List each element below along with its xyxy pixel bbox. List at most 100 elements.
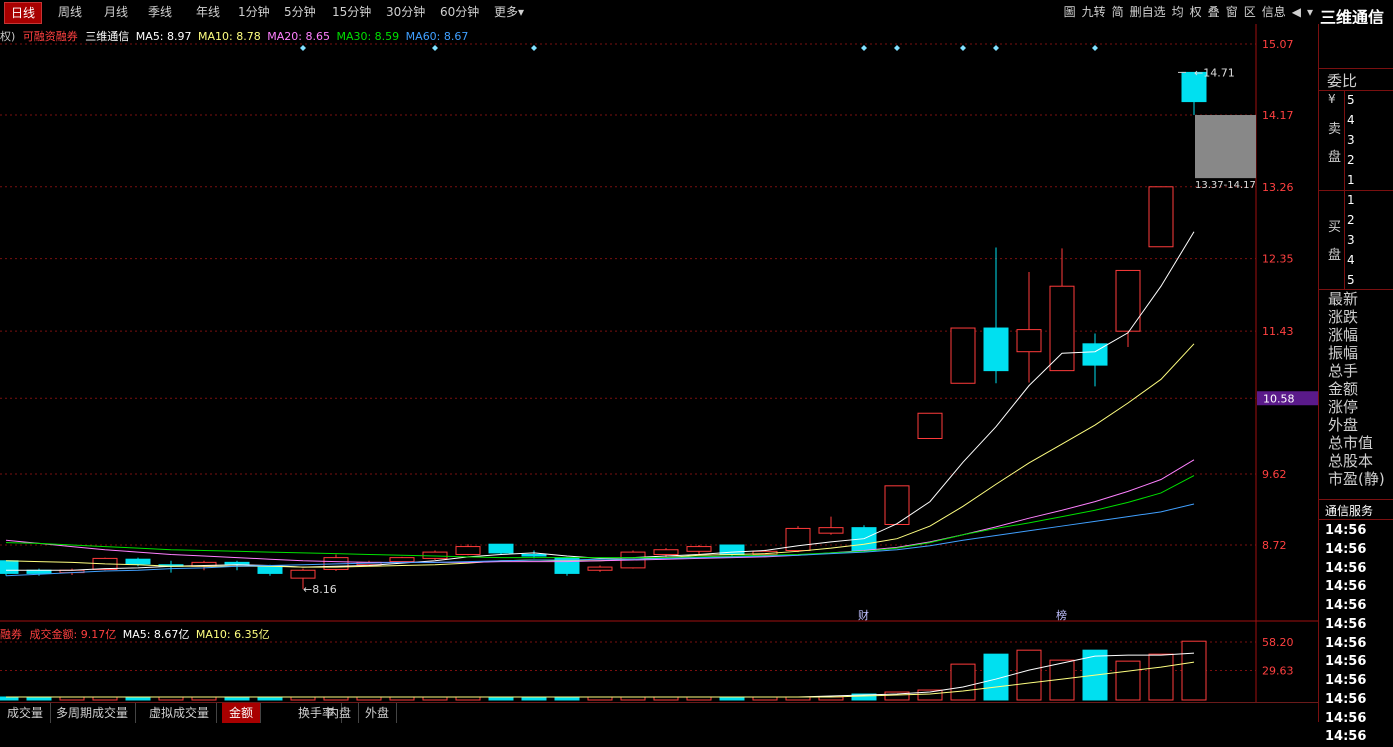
tick-time: 14:56 xyxy=(1325,541,1367,557)
quote-field: 涨停 xyxy=(1328,398,1359,416)
period-tab-7[interactable]: 15分钟 xyxy=(326,2,377,22)
amount-label: 成交金额: 9.17亿 xyxy=(29,628,117,641)
candle-body xyxy=(884,485,910,525)
period-tab-4[interactable]: 年线 xyxy=(190,2,226,22)
ma20-label: MA20: 8.65 xyxy=(267,30,330,43)
tool-4[interactable]: 均 xyxy=(1172,5,1184,19)
buy-level-4[interactable]: 4 xyxy=(1337,250,1387,270)
tool-8[interactable]: 区 xyxy=(1244,5,1256,19)
ma60-line xyxy=(5,503,1195,577)
weibi-label: 委比 xyxy=(1327,72,1358,90)
candle-body xyxy=(455,546,481,555)
period-tab-2[interactable]: 月线 xyxy=(98,2,134,22)
vol-prefix: 融券 xyxy=(0,628,22,641)
event-marker: 榜 xyxy=(1056,608,1067,622)
period-tab-5[interactable]: 1分钟 xyxy=(232,2,276,22)
vol-tick-label: 58.20 xyxy=(1262,636,1294,649)
y-tick-label: 15.07 xyxy=(1262,38,1294,51)
tool-3[interactable]: 删自选 xyxy=(1130,5,1166,19)
quote-sidebar: 委比 ¥ 卖 盘 54321 买 盘 12345 最新 涨跌 涨幅 振幅 总手 金额 涨停外… xyxy=(1318,24,1393,744)
indicator-tab-6[interactable]: 外盘 xyxy=(358,703,398,723)
buy-level-5[interactable]: 5 xyxy=(1337,270,1387,290)
vol-ma5-label: MA5: 8.67亿 xyxy=(122,628,190,641)
vol-bar xyxy=(1016,649,1042,701)
tick-list[interactable]: 14:56 14:56 14:56 14:56 14:56 14:56 14:56 14:56… xyxy=(1325,522,1366,747)
quote-field: 涨幅 xyxy=(1328,326,1359,344)
candle-body xyxy=(686,546,712,552)
tool-toolbar: 圖九转简删自选均权叠窗区信息 ◀ ▾ xyxy=(1058,2,1313,22)
arrow-left-icon[interactable]: ◀ xyxy=(1292,5,1301,19)
vol-ma10-line xyxy=(6,661,1195,698)
candle-body xyxy=(125,558,151,565)
sell-order-levels: 54321 xyxy=(1337,90,1387,190)
y-tick-label: 13.26 xyxy=(1262,181,1294,194)
quote-field: 涨跌 xyxy=(1328,308,1359,326)
current-price-label: 10.58 xyxy=(1263,392,1295,405)
vol-bar xyxy=(950,663,976,701)
tool-5[interactable]: 权 xyxy=(1190,5,1202,19)
tool-6[interactable]: 叠 xyxy=(1208,5,1220,19)
tool-1[interactable]: 九转 xyxy=(1082,5,1106,19)
indicator-tabs: 成交量 多周期成交量 虚拟成交量 金额 换手率 内盘 外盘 xyxy=(0,702,1318,723)
signal-diamond xyxy=(1092,45,1098,51)
main-indicator-line: 权) 可融资融券 三维通信 MA5: 8.97 MA10: 8.78 MA20:… xyxy=(0,28,468,44)
vol-indicator-line: 融券 成交金额: 9.17亿 MA5: 8.67亿 MA10: 6.35亿 xyxy=(0,626,270,642)
candle-body xyxy=(983,327,1009,372)
indicator-tab-1[interactable]: 多周期成交量 xyxy=(49,703,137,723)
candle-body xyxy=(422,551,448,559)
range-box xyxy=(1195,115,1256,179)
signal-diamond xyxy=(993,45,999,51)
candle-body xyxy=(950,327,976,384)
tick-time: 14:56 xyxy=(1325,710,1367,726)
tool-9[interactable]: 信息 xyxy=(1262,5,1286,19)
candle-body xyxy=(1049,285,1075,372)
quote-field: 总手 xyxy=(1328,362,1359,380)
sell-level-3[interactable]: 3 xyxy=(1337,130,1387,150)
period-tab-10[interactable]: 更多▾ xyxy=(488,2,530,22)
period-tab-9[interactable]: 60分钟 xyxy=(434,2,485,22)
candle-body xyxy=(818,527,844,534)
kline-chart[interactable]: 15.07 14.17 13.26 12.35 11.43 9.62 8.72 10.58 ←1… xyxy=(0,24,1318,622)
buy-level-3[interactable]: 3 xyxy=(1337,230,1387,250)
quote-fields: 最新 涨跌 涨幅 振幅 总手 金额 涨停 外盘 总市值 总股本 市盈(静) xyxy=(1328,290,1385,488)
candle-body xyxy=(653,549,679,555)
candle-body xyxy=(917,412,943,439)
indicator-tab-2[interactable]: 虚拟成交量 xyxy=(142,703,218,723)
tool-7[interactable]: 窗 xyxy=(1226,5,1238,19)
quote-field: 外盘 xyxy=(1328,416,1359,434)
buy-level-2[interactable]: 2 xyxy=(1337,210,1387,230)
sell-level-1[interactable]: 1 xyxy=(1337,170,1387,190)
margin-tag: 可融资融券 xyxy=(22,30,78,43)
y-tick-label: 12.35 xyxy=(1262,253,1294,266)
period-tab-3[interactable]: 季线 xyxy=(142,2,178,22)
sell-level-2[interactable]: 2 xyxy=(1337,150,1387,170)
quote-field: 总股本 xyxy=(1328,452,1374,470)
indicator-tab-5[interactable]: 内盘 xyxy=(320,703,360,723)
candle-body xyxy=(0,560,19,574)
y-tick-label: 9.62 xyxy=(1262,468,1287,481)
stock-name-label: 三维通信 xyxy=(85,30,130,43)
indicator-tab-3[interactable]: 金额 xyxy=(222,703,262,723)
tool-2[interactable]: 简 xyxy=(1112,5,1124,19)
vol-bar xyxy=(1148,653,1174,701)
candle-body xyxy=(290,569,316,579)
tool-0[interactable]: 圖 xyxy=(1064,5,1076,19)
tick-time: 14:56 xyxy=(1325,616,1367,632)
signal-diamond xyxy=(432,45,438,51)
period-tab-1[interactable]: 周线 xyxy=(52,2,88,22)
quote-field: 金额 xyxy=(1328,380,1359,398)
sell-level-4[interactable]: 4 xyxy=(1337,110,1387,130)
indicator-tab-0[interactable]: 成交量 xyxy=(0,703,52,723)
candle-body xyxy=(587,566,613,571)
vol-tick-label: 29.63 xyxy=(1262,664,1294,677)
period-tab-0[interactable]: 日线 xyxy=(4,2,43,24)
arrow-down-icon[interactable]: ▾ xyxy=(1307,5,1313,19)
tick-time: 14:56 xyxy=(1325,654,1367,670)
buy-level-1[interactable]: 1 xyxy=(1337,190,1387,210)
period-tab-8[interactable]: 30分钟 xyxy=(380,2,431,22)
vol-ma10-label: MA10: 6.35亿 xyxy=(195,628,270,641)
sell-level-5[interactable]: 5 xyxy=(1337,90,1387,110)
low-label: ←8.16 xyxy=(303,583,337,596)
period-tab-6[interactable]: 5分钟 xyxy=(278,2,322,22)
quote-field: 总市值 xyxy=(1328,434,1374,452)
